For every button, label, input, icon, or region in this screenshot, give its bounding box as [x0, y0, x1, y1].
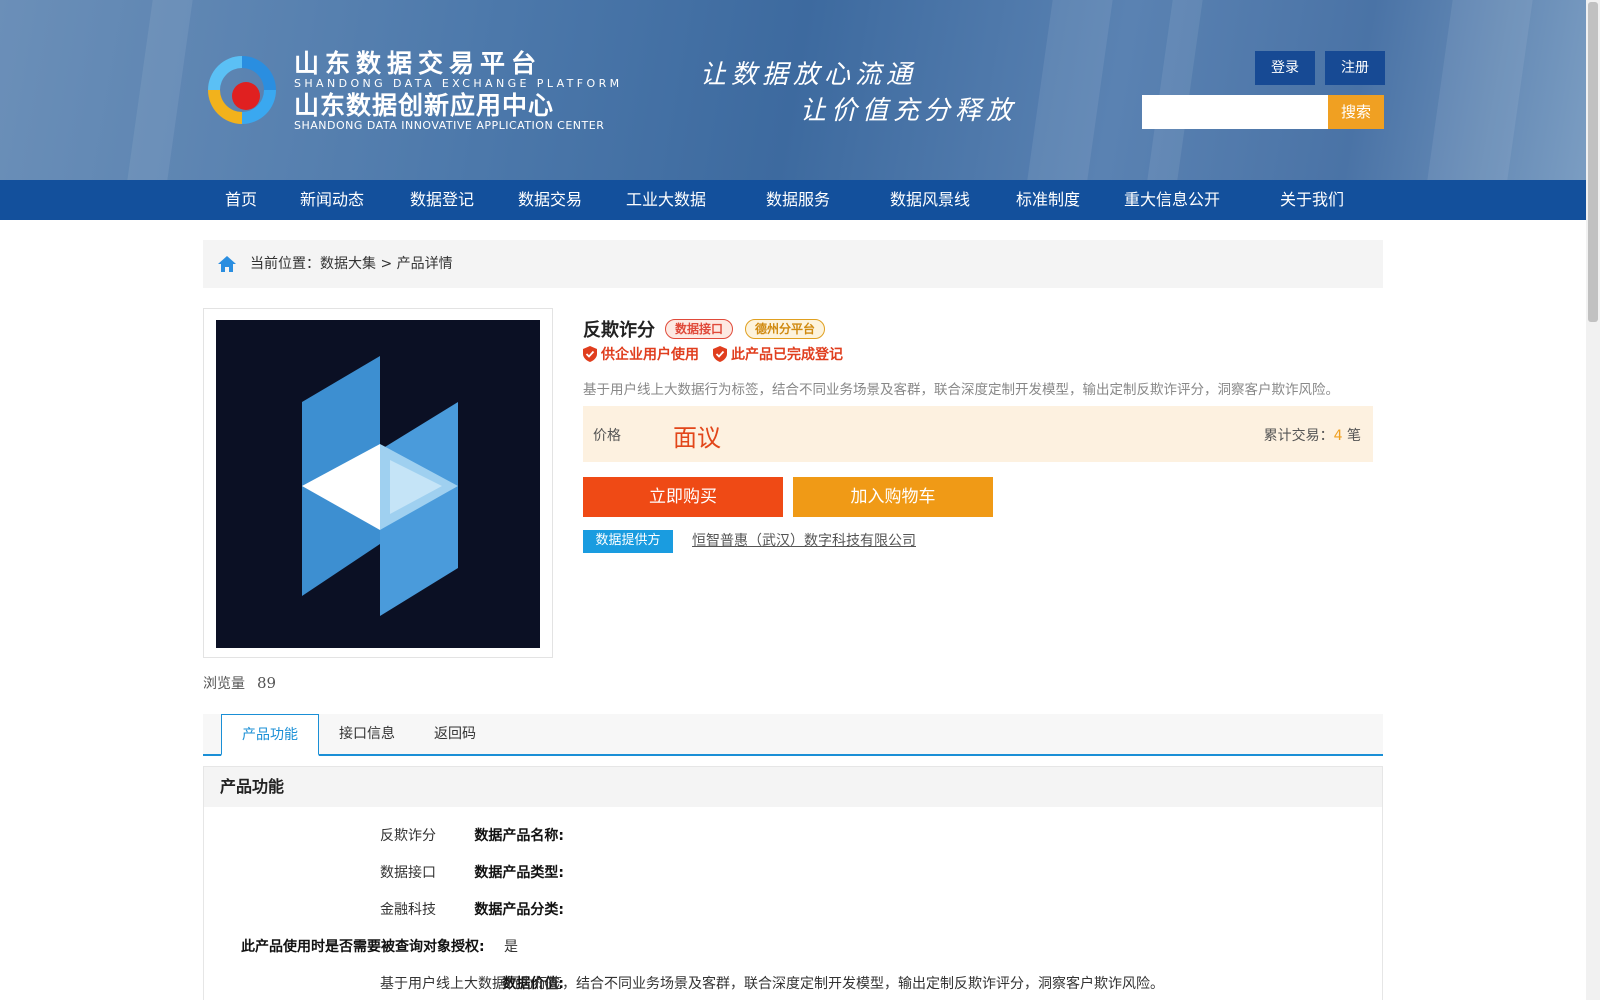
- slogan-line-1: 让数据放心流通: [700, 60, 918, 90]
- shield-check-icon: [713, 346, 727, 362]
- tag-data-interface: 数据接口: [665, 319, 734, 339]
- product-title: 反欺诈分: [583, 320, 655, 341]
- breadcrumb: 当前位置：数据大集 > 产品详情: [203, 240, 1383, 288]
- nav-item-disclosure[interactable]: 重大信息公开: [1124, 180, 1220, 220]
- price-box: 价格 面议 累计交易：4 笔: [583, 406, 1373, 462]
- field-value-authorization: 是: [504, 939, 518, 955]
- cert-label: 此产品已完成登记: [731, 347, 843, 363]
- provider-link[interactable]: 恒智普惠（武汉）数字科技有限公司: [692, 530, 916, 550]
- main-nav: 首页 新闻动态 数据登记 数据交易 工业大数据 数据服务 数据风景线 标准制度 …: [0, 180, 1586, 220]
- field-label-product-category: 数据产品分类:: [474, 902, 564, 918]
- provider-tag: 数据提供方: [583, 530, 673, 553]
- nav-item-news[interactable]: 新闻动态: [300, 180, 364, 220]
- page-scrollbar[interactable]: [1586, 0, 1600, 1000]
- buy-now-button[interactable]: 立即购买: [583, 477, 783, 517]
- breadcrumb-prefix: 当前位置：: [250, 256, 320, 272]
- product-image-frame: [203, 308, 553, 658]
- field-value-product-name: 反欺诈分: [380, 828, 436, 844]
- slogan-line-2: 让价值充分释放: [800, 96, 1018, 126]
- add-to-cart-button[interactable]: 加入购物车: [793, 477, 993, 517]
- brand-block: 山东数据交易平台 SHANDONG DATA EXCHANGE PLATFORM…: [294, 50, 623, 132]
- brand-subtitle-1: SHANDONG DATA EXCHANGE PLATFORM: [294, 77, 623, 90]
- brand-title-1: 山东数据交易平台: [294, 49, 543, 78]
- product-tabs: 产品功能 接口信息 返回码: [203, 714, 1383, 756]
- nav-item-home[interactable]: 首页: [225, 180, 257, 220]
- site-header: 山东数据交易平台 SHANDONG DATA EXCHANGE PLATFORM…: [0, 0, 1586, 180]
- views-label: 浏览量: [203, 676, 245, 692]
- cert-registered: 此产品已完成登记: [713, 344, 843, 364]
- trade-count-number: 4: [1333, 428, 1343, 444]
- product-description: 基于用户线上大数据行为标签，结合不同业务场景及客群，联合深度定制开发模型，输出定…: [583, 382, 1339, 398]
- field-label-product-name: 数据产品名称:: [474, 828, 564, 844]
- nav-item-about[interactable]: 关于我们: [1280, 180, 1344, 220]
- field-value-product-type: 数据接口: [380, 865, 436, 881]
- nav-item-data-services[interactable]: 数据服务: [766, 180, 830, 220]
- trade-count: 累计交易：4 笔: [1264, 425, 1361, 445]
- product-logo-icon: [302, 356, 458, 616]
- cert-label: 供企业用户使用: [601, 347, 699, 363]
- section-heading: 产品功能: [204, 767, 1382, 807]
- tag-sub-platform: 德州分平台: [745, 319, 826, 339]
- trade-unit: 笔: [1342, 428, 1361, 444]
- trade-label: 累计交易：: [1263, 428, 1334, 444]
- price-value: 面议: [673, 424, 721, 452]
- home-icon: [218, 256, 236, 272]
- shield-check-icon: [583, 346, 597, 362]
- price-label: 价格: [593, 428, 621, 444]
- search-button[interactable]: 搜索: [1328, 95, 1384, 129]
- brand-title-2: 山东数据创新应用中心: [294, 91, 555, 120]
- field-value-product-category: 金融科技: [380, 902, 436, 918]
- nav-item-standards[interactable]: 标准制度: [1016, 180, 1080, 220]
- breadcrumb-text: 当前位置：数据大集 > 产品详情: [250, 240, 453, 288]
- breadcrumb-level2: 产品详情: [396, 256, 453, 272]
- nav-item-data-scenery[interactable]: 数据风景线: [890, 180, 970, 220]
- views-count: 89: [257, 674, 277, 692]
- tab-interface-info[interactable]: 接口信息: [339, 714, 395, 756]
- tab-product-function[interactable]: 产品功能: [221, 714, 319, 756]
- login-button[interactable]: 登录: [1255, 51, 1315, 85]
- scrollbar-thumb[interactable]: [1588, 2, 1598, 322]
- nav-item-trading[interactable]: 数据交易: [518, 180, 582, 220]
- register-button[interactable]: 注册: [1325, 51, 1385, 85]
- field-label-authorization: 此产品使用时是否需要被查询对象授权:: [241, 939, 485, 955]
- field-value-data-value: 基于用户线上大数据行为标签，结合不同业务场景及客群，联合深度定制开发模型，输出定…: [380, 976, 1164, 992]
- breadcrumb-separator: >: [376, 256, 397, 272]
- nav-item-industrial-data[interactable]: 工业大数据: [626, 180, 706, 220]
- brand-subtitle-2: SHANDONG DATA INNOVATIVE APPLICATION CEN…: [294, 119, 605, 132]
- product-image: [216, 320, 540, 648]
- search-input[interactable]: [1142, 95, 1328, 129]
- function-section: 产品功能 数据产品名称: 反欺诈分 数据产品类型: 数据接口 数据产品分类: 金…: [203, 766, 1383, 1000]
- logo-icon[interactable]: [202, 50, 282, 130]
- nav-item-registration[interactable]: 数据登记: [410, 180, 474, 220]
- breadcrumb-level1[interactable]: 数据大集: [320, 256, 376, 272]
- field-label-product-type: 数据产品类型:: [474, 865, 564, 881]
- views-counter: 浏览量 89: [203, 673, 276, 693]
- tab-return-codes[interactable]: 返回码: [434, 714, 476, 756]
- cert-enterprise-use: 供企业用户使用: [583, 344, 699, 364]
